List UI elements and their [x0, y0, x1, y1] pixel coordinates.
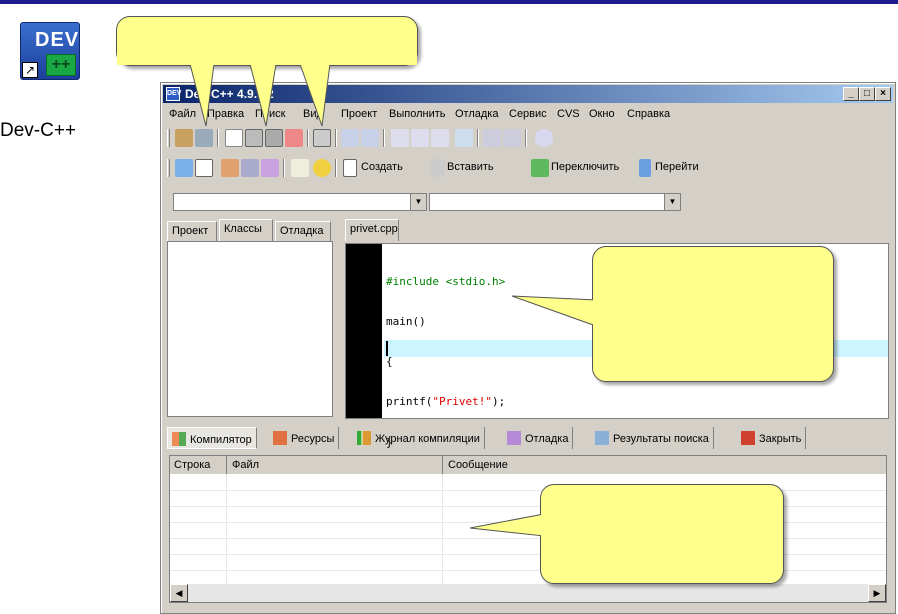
callout-fill-patch [117, 40, 417, 65]
pointer-to-editor [511, 295, 597, 327]
callout-fill-patch [541, 510, 547, 540]
pointer-to-edit-menu [249, 63, 277, 127]
pointer-to-search-menu [299, 63, 331, 127]
pointer-to-messages [469, 513, 545, 537]
callout-fill-patch [593, 296, 599, 330]
pointer-to-file-menu [189, 63, 215, 127]
callout-pointers [117, 40, 599, 540]
